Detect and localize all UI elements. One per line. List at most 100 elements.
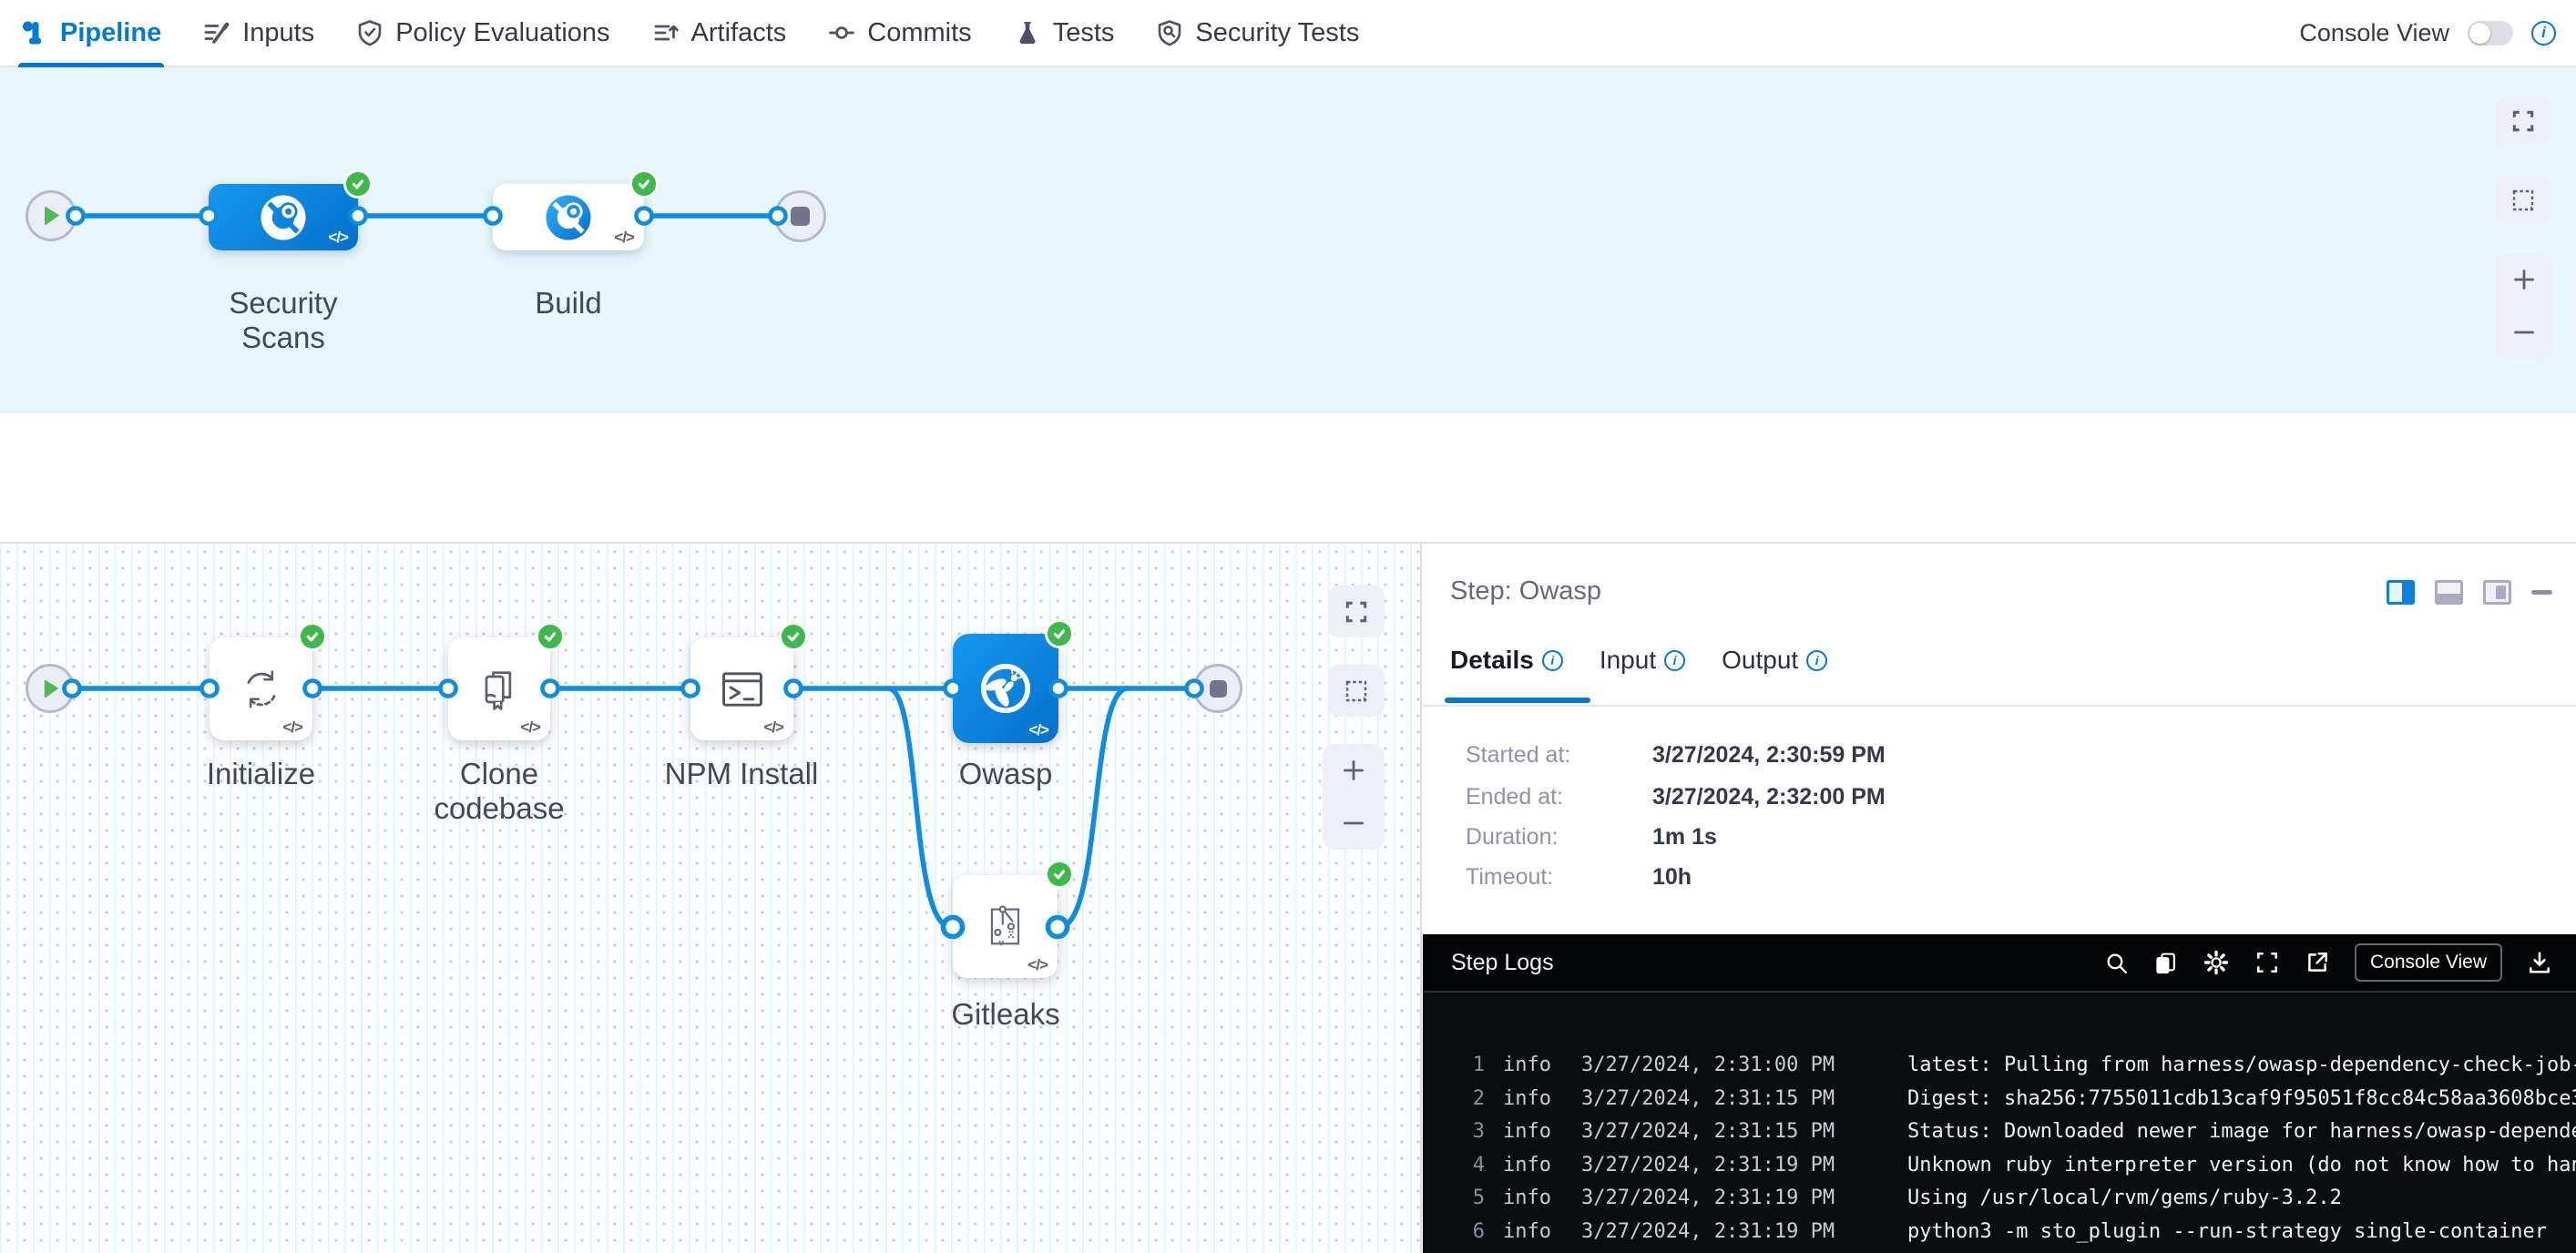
download-icon[interactable] — [2527, 950, 2552, 975]
code-tag: </> — [328, 229, 348, 247]
log-level: info — [1503, 1149, 1554, 1183]
check-icon — [542, 628, 558, 645]
search-icon[interactable] — [2104, 951, 2129, 975]
stage-card-security-scans[interactable]: </> — [209, 184, 358, 250]
success-badge — [779, 622, 808, 651]
layout-bottom-panel-icon[interactable] — [2435, 580, 2463, 605]
zoom-in-icon[interactable] — [2511, 267, 2537, 292]
console-view-label: Console View — [2299, 19, 2449, 47]
log-line: 3info3/27/2024, 2:31:15 PMStatus: Downlo… — [1450, 1115, 2576, 1149]
tab-tests[interactable]: Tests — [1014, 0, 1115, 66]
zoom-in-icon[interactable] — [1341, 758, 1366, 783]
layout-right-panel-icon[interactable] — [2387, 580, 2415, 605]
step-card-initialize[interactable]: </> — [210, 637, 312, 740]
stop-icon — [791, 207, 810, 226]
canvas-fullscreen-button[interactable] — [1328, 586, 1385, 637]
log-message: Using /usr/local/rvm/gems/ruby-3.2.2 — [1907, 1182, 2342, 1216]
zoom-out-icon[interactable] — [2511, 320, 2537, 345]
stage-start-node[interactable] — [26, 190, 77, 241]
log-line-number: 6 — [1450, 1216, 1485, 1249]
canvas-zoom-controls — [2496, 253, 2552, 359]
step-detail-panel: Step: Owasp Details i Input i Output i S… — [1423, 544, 2576, 934]
copy-icon[interactable] — [2153, 951, 2178, 975]
check-icon — [350, 176, 366, 192]
success-badge — [1045, 619, 1074, 648]
code-tag: </> — [763, 718, 783, 737]
code-tag: </> — [1027, 956, 1048, 974]
active-tab-underline — [1445, 698, 1590, 703]
log-timestamp: 3/27/2024, 2:31:00 PM — [1581, 1049, 1840, 1083]
tab-input[interactable]: Input i — [1600, 646, 1685, 675]
initialize-icon — [236, 664, 287, 715]
fullscreen-icon[interactable] — [2254, 950, 2280, 975]
step-graph-canvas[interactable]: </> </> </> — [0, 544, 1422, 1253]
toggle-knob — [2469, 23, 2490, 44]
step-end-node[interactable] — [1193, 664, 1242, 713]
info-icon[interactable]: i — [1664, 650, 1685, 671]
tab-policy-evaluations[interactable]: Policy Evaluations — [356, 0, 609, 66]
stage-end-node[interactable] — [774, 190, 826, 242]
log-line: 2info3/27/2024, 2:31:15 PMDigest: sha256… — [1450, 1083, 2576, 1116]
tab-pipeline[interactable]: Pipeline — [21, 0, 161, 66]
log-toolbar: Console View — [2104, 943, 2552, 982]
tab-label: Policy Evaluations — [395, 18, 609, 48]
step-card-npm-install[interactable]: </> — [690, 637, 793, 740]
panel-layout-controls — [2387, 580, 2552, 605]
log-line-number: 5 — [1450, 1182, 1485, 1216]
log-level: info — [1503, 1216, 1554, 1249]
pipeline-execution-page: Pipeline Inputs Policy Evaluations Artif… — [0, 0, 2576, 1253]
minimize-panel-button[interactable] — [2531, 590, 2552, 595]
stage-graph-ports — [0, 67, 2576, 412]
step-card-owasp[interactable]: </> — [953, 634, 1058, 743]
success-badge — [536, 622, 565, 651]
log-message: python3 -m sto_plugin --run-strategy sin… — [1907, 1216, 2547, 1249]
gitleaks-icon — [980, 902, 1031, 952]
step-start-node[interactable] — [26, 664, 75, 713]
code-tag: </> — [614, 229, 634, 247]
log-timestamp: 3/27/2024, 2:31:19 PM — [1581, 1216, 1840, 1249]
gear-icon[interactable] — [2203, 949, 2230, 976]
tab-artifacts[interactable]: Artifacts — [652, 0, 787, 66]
tab-label: Commits — [867, 18, 971, 48]
step-logs-header: Step Logs Console View — [1423, 934, 2576, 993]
open-in-new-icon[interactable] — [2305, 950, 2330, 975]
check-icon — [785, 628, 802, 645]
log-line: 1info3/27/2024, 2:31:00 PMlatest: Pullin… — [1450, 1049, 2576, 1083]
check-icon — [304, 628, 321, 645]
info-icon[interactable]: i — [1806, 650, 1827, 671]
tab-security-tests[interactable]: Security Tests — [1156, 0, 1359, 66]
nav-right-controls: Console View i — [2299, 19, 2556, 47]
stop-icon — [1210, 680, 1227, 698]
tab-output[interactable]: Output i — [1722, 646, 1827, 675]
tab-inputs[interactable]: Inputs — [203, 0, 314, 66]
code-tag: </> — [282, 718, 302, 737]
stage-label-security-scans: Security Scans — [199, 286, 367, 355]
zoom-out-icon[interactable] — [1341, 810, 1366, 836]
tab-commits[interactable]: Commits — [828, 0, 971, 66]
fullscreen-icon — [1344, 599, 1369, 625]
log-lines[interactable]: 1info3/27/2024, 2:31:00 PMlatest: Pullin… — [1423, 993, 2576, 1253]
layout-overlay-panel-icon[interactable] — [2483, 580, 2511, 605]
canvas-fullscreen-button[interactable] — [2496, 96, 2550, 147]
step-card-gitleaks[interactable]: </> — [953, 875, 1058, 978]
step-card-clone-codebase[interactable]: </> — [448, 637, 550, 740]
info-icon[interactable]: i — [2531, 21, 2556, 46]
canvas-marquee-button[interactable] — [2496, 175, 2550, 226]
log-line-number: 4 — [1450, 1149, 1485, 1183]
stage-card-build[interactable]: </> — [493, 184, 644, 250]
console-view-button[interactable]: Console View — [2355, 943, 2502, 982]
stage-graph-canvas[interactable]: </> </> Security Scans Build — [0, 67, 2576, 412]
log-timestamp: 3/27/2024, 2:31:19 PM — [1581, 1182, 1840, 1216]
tab-details[interactable]: Details i — [1450, 646, 1563, 675]
npm-install-icon — [717, 664, 768, 715]
info-icon[interactable]: i — [1542, 650, 1563, 671]
step-label-npm-install: NPM Install — [650, 757, 833, 791]
step-logs-title: Step Logs — [1451, 950, 1554, 976]
commits-icon — [828, 19, 855, 46]
ci-stage-icon — [257, 191, 310, 244]
console-view-toggle[interactable] — [2468, 21, 2513, 46]
canvas-marquee-button[interactable] — [1328, 665, 1385, 717]
fullscreen-icon — [2510, 108, 2536, 134]
step-label-initialize: Initialize — [191, 757, 331, 791]
log-message: Digest: sha256:7755011cdb13caf9f95051f8c… — [1907, 1083, 2576, 1116]
